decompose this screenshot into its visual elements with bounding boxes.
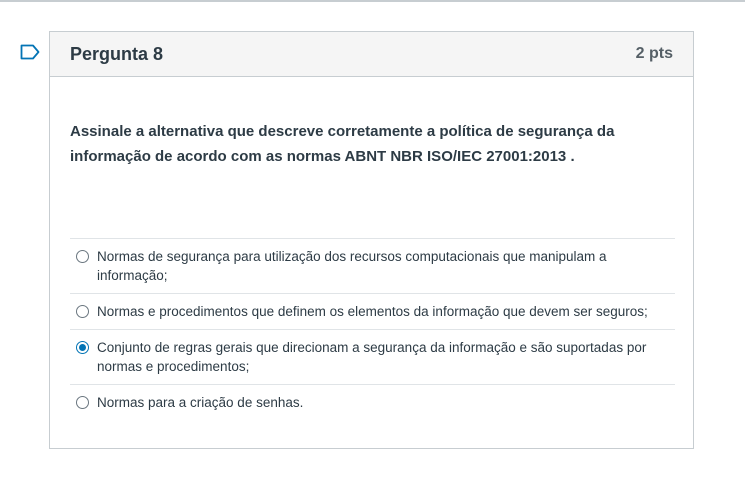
question-card: Pergunta 8 2 pts Assinale a alternativa … [49, 31, 694, 449]
radio-button-icon[interactable] [76, 250, 89, 263]
question-text: Assinale a alternativa que descreve corr… [70, 123, 615, 165]
answer-label: Normas para a criação de senhas. [97, 395, 304, 410]
answer-label: Normas de segurança para utilização dos … [97, 249, 607, 283]
answer-list: Normas de segurança para utilização dos … [70, 238, 675, 420]
answer-option-3[interactable]: Conjunto de regras gerais que direcionam… [70, 329, 675, 384]
answer-option-2[interactable]: Normas e procedimentos que definem os el… [70, 293, 675, 329]
answer-label: Normas e procedimentos que definem os el… [97, 304, 648, 319]
radio-button-icon[interactable] [76, 305, 89, 318]
answer-option-4[interactable]: Normas para a criação de senhas. [70, 384, 675, 420]
bookmark-flag-icon[interactable] [20, 44, 40, 60]
page-top-divider [0, 0, 745, 2]
question-title: Pergunta 8 [70, 43, 164, 64]
question-points: 2 pts [635, 45, 673, 62]
radio-button-icon[interactable] [76, 396, 89, 409]
question-header: Pergunta 8 2 pts [50, 32, 693, 77]
answer-option-1[interactable]: Normas de segurança para utilização dos … [70, 238, 675, 293]
radio-button-icon[interactable] [76, 341, 89, 354]
answer-label: Conjunto de regras gerais que direcionam… [97, 340, 647, 374]
